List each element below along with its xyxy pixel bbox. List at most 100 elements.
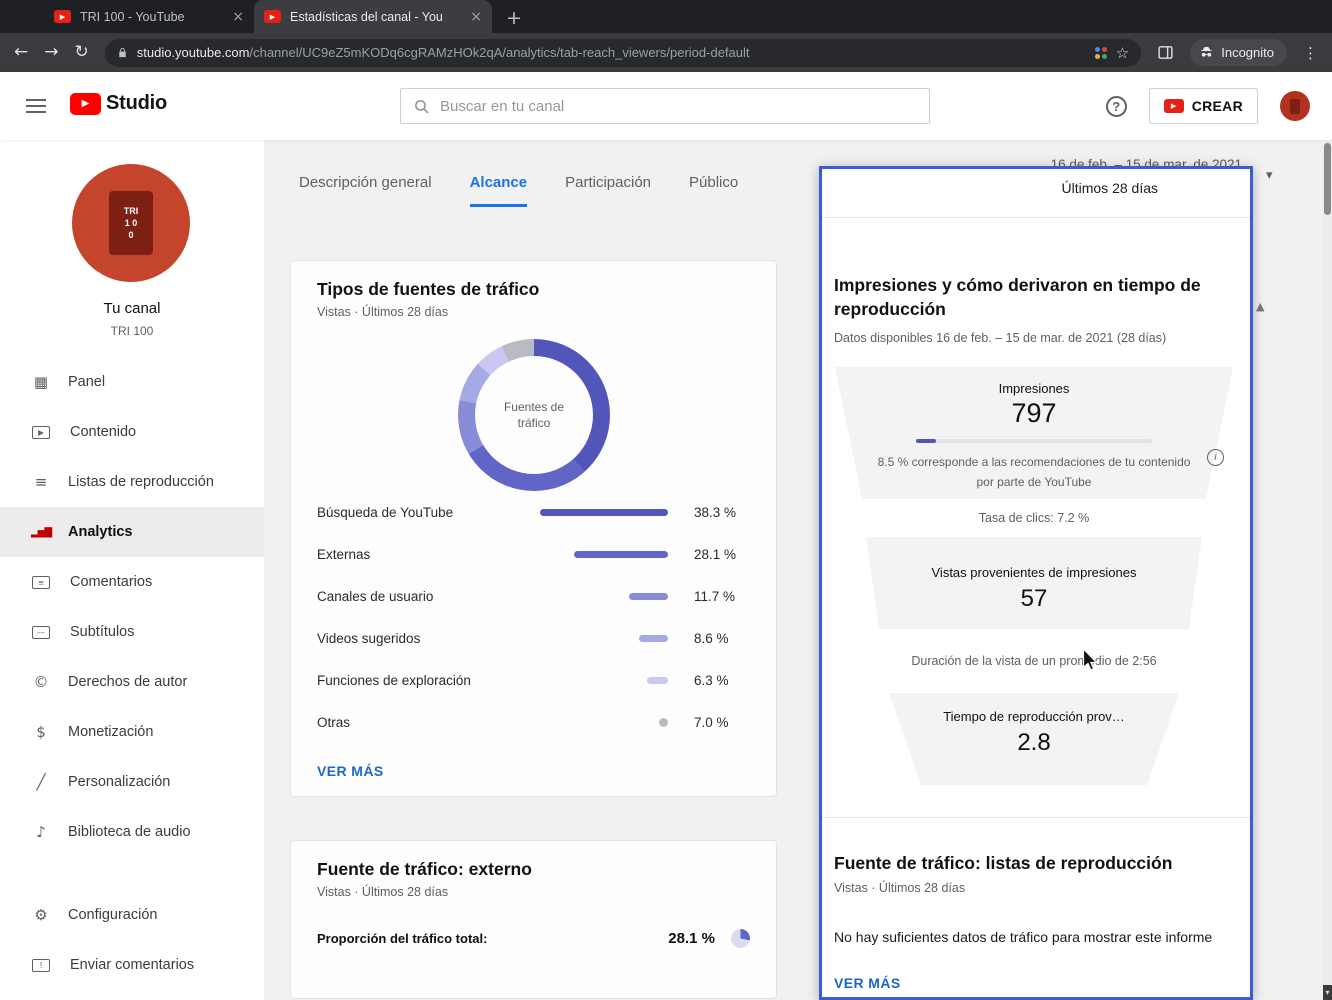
impressions-value: 797: [1011, 398, 1057, 428]
close-tab-icon[interactable]: ×: [470, 9, 482, 25]
overlay-period-label[interactable]: Últimos 28 días: [822, 180, 1158, 196]
sidebar-item-enviar[interactable]: ! Enviar comentarios: [0, 940, 264, 990]
channel-handle: TRI 100: [110, 324, 154, 338]
sidebar-item-label: Monetización: [68, 724, 154, 740]
impressions-label: Impresiones: [998, 381, 1070, 396]
see-more-link[interactable]: VER MÁS: [834, 975, 901, 991]
sidebar-item-derechos[interactable]: © Derechos de autor: [0, 657, 264, 707]
close-tab-icon[interactable]: ×: [232, 9, 244, 25]
funnel-views-stage[interactable]: Vistas provenientes de impresiones 57: [866, 537, 1202, 629]
impressions-funnel: Impresiones 797 8.5 % corresponde a las …: [835, 367, 1233, 787]
browser-tab-estadisticas[interactable]: ▶ Estadísticas del canal - You ×: [254, 0, 492, 33]
donut-center-label: Fuentes de tráfico: [503, 400, 565, 430]
channel-avatar[interactable]: TRI 1 0 0: [72, 164, 190, 282]
feedback-icon: !: [32, 958, 50, 972]
traffic-legend: Búsqueda de YouTube 38.3 % Externas 28.1 % C…: [317, 491, 750, 743]
funnel-ctr-row: Tasa de clics: 7.2 %: [862, 499, 1206, 537]
help-icon[interactable]: ?: [1105, 95, 1127, 117]
sidebar-item-panel[interactable]: ▦ Panel: [0, 357, 264, 407]
playlists-empty-message: No hay suficientes datos de tráfico para…: [834, 929, 1213, 945]
tab-participacion[interactable]: Participación: [565, 174, 651, 207]
page-scrollbar[interactable]: ▾: [1323, 140, 1332, 1000]
copyright-icon: ©: [33, 673, 49, 691]
sidebar-item-label: Biblioteca de audio: [68, 824, 191, 840]
card-subtitle: Vistas · Últimos 28 días: [317, 305, 449, 319]
legend-label: Videos sugeridos: [317, 630, 421, 646]
traffic-donut-chart[interactable]: Fuentes de tráfico: [458, 339, 610, 491]
traffic-sources-card: Tipos de fuentes de tráfico Vistas · Últ…: [290, 260, 777, 797]
channel-search[interactable]: [400, 88, 930, 124]
sidebar-item-personalizacion[interactable]: ╱ Personalización: [0, 757, 264, 807]
address-bar[interactable]: studio.youtube.com/channel/UC9eZ5mKODq6c…: [104, 38, 1142, 67]
legend-label: Otras: [317, 714, 351, 730]
youtube-studio-logo[interactable]: ▶ Studio: [70, 92, 167, 115]
divider: [822, 817, 1250, 818]
sidebar-item-label: Personalización: [68, 774, 171, 790]
card-title: Tipos de fuentes de tráfico: [317, 279, 540, 299]
back-icon[interactable]: ←: [14, 44, 28, 61]
impressions-availability: Datos disponibles 16 de feb. – 15 de mar…: [834, 331, 1167, 345]
tab-publico[interactable]: Público: [689, 174, 738, 207]
sidebar-item-comentarios[interactable]: ≡ Comentarios: [0, 557, 264, 607]
tab-descripcion-general[interactable]: Descripción general: [299, 174, 432, 207]
browser-tab-tri100[interactable]: ▶ TRI 100 - YouTube ×: [44, 0, 254, 33]
impressions-section-title: Impresiones y cómo derivaron en tiempo d…: [834, 275, 1201, 319]
sidebar-item-biblioteca[interactable]: ♪ Biblioteca de audio: [0, 807, 264, 857]
ctr-text: Tasa de clics: 7.2 %: [978, 511, 1090, 525]
search-input[interactable]: [440, 97, 917, 115]
sidebar-item-contenido[interactable]: ▶ Contenido: [0, 407, 264, 457]
analytics-tabs: Descripción general Alcance Participació…: [299, 174, 738, 207]
browser-tab-bar: ▶ TRI 100 - YouTube × ▶ Estadísticas del…: [0, 0, 1332, 33]
browser-menu-icon[interactable]: ⋮: [1303, 44, 1318, 62]
tab-title: TRI 100 - YouTube: [80, 9, 185, 24]
legend-row[interactable]: Funciones de exploración 6.3 %: [317, 659, 750, 701]
comments-icon: ≡: [32, 575, 50, 589]
chevron-down-icon[interactable]: ▾: [1266, 168, 1273, 183]
card-subtitle: Vistas · Últimos 28 días: [317, 885, 449, 899]
forward-icon[interactable]: →: [44, 44, 58, 61]
sidebar-item-analytics[interactable]: ▂▅▇ Analytics: [0, 507, 264, 557]
info-icon[interactable]: i: [1207, 449, 1224, 466]
funnel-watchtime-stage[interactable]: Tiempo de reproducción prov… 2.8: [889, 693, 1179, 785]
legend-label: Externas: [317, 546, 371, 562]
legend-label: Búsqueda de YouTube: [317, 504, 454, 520]
legend-percent: 11.7 %: [694, 588, 736, 604]
sidebar-item-listas[interactable]: ≡ Listas de reproducción: [0, 457, 264, 507]
legend-row[interactable]: Videos sugeridos 8.6 %: [317, 617, 750, 659]
youtube-favicon-icon: ▶: [54, 10, 71, 23]
watch-time-value: 2.8: [1017, 729, 1051, 756]
see-more-link[interactable]: VER MÁS: [317, 763, 384, 779]
external-traffic-card: Fuente de tráfico: externo Vistas · Últi…: [290, 840, 777, 999]
legend-row[interactable]: Búsqueda de YouTube 38.3 %: [317, 491, 750, 533]
legend-bar: [538, 550, 668, 559]
scrollbar-down-arrow[interactable]: ▾: [1323, 985, 1332, 1000]
legend-row[interactable]: Otras 7.0 %: [317, 701, 750, 743]
subtitles-icon: ––: [32, 625, 50, 639]
avg-duration-text: Duración de la vista de un promedio de 2…: [911, 654, 1157, 668]
incognito-icon: [1199, 45, 1214, 60]
audio-library-icon: ♪: [36, 823, 46, 841]
card-title: Fuente de tráfico: externo: [317, 859, 532, 879]
account-avatar[interactable]: [1280, 91, 1310, 121]
bookmark-star-icon[interactable]: ☆: [1116, 44, 1129, 62]
scrollbar-thumb[interactable]: [1324, 143, 1331, 215]
legend-label: Canales de usuario: [317, 588, 434, 604]
channel-avatar-art: TRI 1 0 0: [109, 191, 153, 255]
sidebar-item-configuracion[interactable]: ⚙ Configuración: [0, 890, 264, 940]
legend-row[interactable]: Canales de usuario 11.7 %: [317, 575, 750, 617]
incognito-label: Incognito: [1221, 45, 1274, 60]
new-tab-button[interactable]: +: [506, 9, 522, 28]
menu-icon[interactable]: [26, 97, 46, 120]
tab-alcance[interactable]: Alcance: [469, 174, 528, 207]
funnel-impressions-stage[interactable]: Impresiones 797 8.5 % corresponde a las …: [835, 367, 1233, 499]
page-action-icon[interactable]: [1094, 46, 1107, 59]
reload-icon[interactable]: ↻: [75, 44, 89, 61]
legend-percent: 7.0 %: [694, 714, 729, 730]
side-panel-icon[interactable]: [1157, 44, 1174, 61]
sidebar: TRI 1 0 0 Tu canal TRI 100 ▦ Panel ▶ Conten…: [0, 140, 264, 1000]
playlists-subtitle: Vistas · Últimos 28 días: [834, 881, 966, 895]
sidebar-item-subtitulos[interactable]: –– Subtítulos: [0, 607, 264, 657]
legend-row[interactable]: Externas 28.1 %: [317, 533, 750, 575]
create-button[interactable]: ▶ CREAR: [1148, 88, 1258, 124]
sidebar-item-monetizacion[interactable]: $ Monetización: [0, 707, 264, 757]
